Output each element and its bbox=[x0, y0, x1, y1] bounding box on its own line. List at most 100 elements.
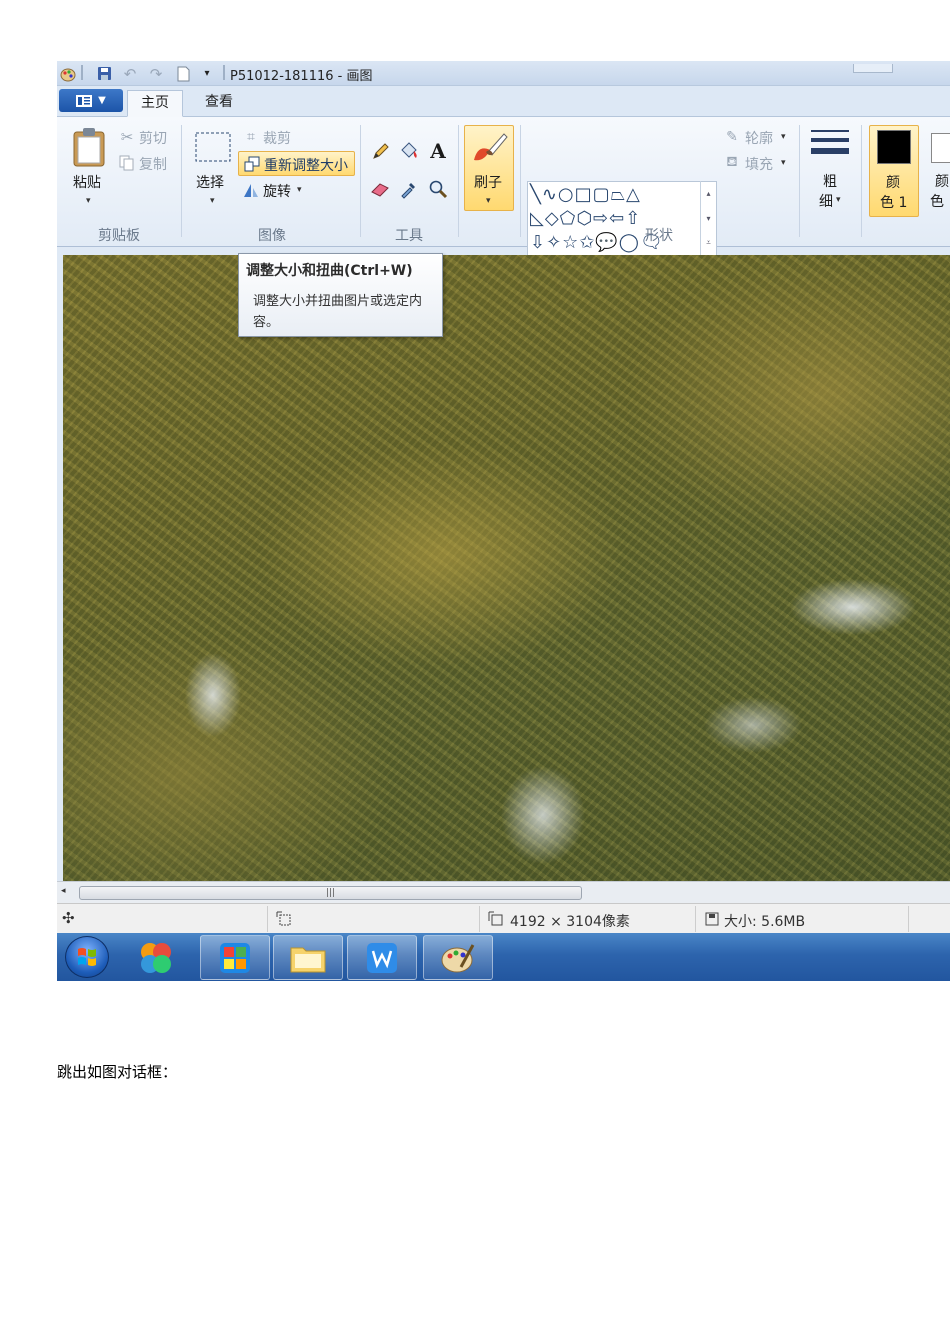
color1-label-line1: 颜 bbox=[886, 175, 900, 191]
resize-button[interactable]: 重新调整大小 bbox=[238, 151, 355, 176]
cursor-position-icon: ✣ bbox=[62, 909, 75, 927]
start-button[interactable] bbox=[65, 936, 109, 978]
color1-label-line2: 色 1 bbox=[880, 195, 908, 211]
resize-label: 重新调整大小 bbox=[264, 158, 348, 174]
size-label-line1: 粗 bbox=[823, 174, 837, 190]
shapes-gallery-scroll[interactable]: ▴ ▾ ⩡ bbox=[700, 181, 716, 257]
title-separator bbox=[223, 65, 225, 80]
redo-icon[interactable]: ↷ bbox=[147, 65, 165, 83]
selection-size-icon bbox=[275, 910, 293, 928]
window-title: P51012-181116 - 画图 bbox=[230, 69, 373, 84]
app-grid-icon bbox=[220, 942, 250, 973]
taskbar-app-sogou[interactable] bbox=[121, 935, 191, 980]
group-separator bbox=[520, 125, 521, 237]
resize-tooltip: 调整大小和扭曲(Ctrl+W) 调整大小并扭曲图片或选定内容。 bbox=[238, 253, 443, 337]
gallery-down-icon[interactable]: ▾ bbox=[701, 206, 716, 231]
clipboard-icon bbox=[71, 127, 107, 167]
gallery-up-icon[interactable]: ▴ bbox=[701, 181, 716, 206]
new-file-icon[interactable] bbox=[175, 65, 191, 82]
color-picker-icon[interactable] bbox=[397, 177, 421, 201]
paint-menu-button[interactable]: ▼ bbox=[59, 89, 123, 112]
shapes-row-1[interactable]: ╲∿○□▢⏢△ bbox=[530, 184, 641, 205]
customize-quick-access-icon[interactable]: ▾ bbox=[200, 65, 214, 82]
chevron-down-icon: ▼ bbox=[98, 95, 106, 106]
taskbar-app-store[interactable] bbox=[200, 935, 270, 980]
outline-dropdown-icon: ▾ bbox=[781, 132, 786, 142]
wps-w-icon bbox=[367, 942, 397, 973]
paste-label: 粘贴 bbox=[73, 175, 101, 191]
grip-icon: ||| bbox=[325, 888, 336, 898]
paint-window-screenshot: ↶ ↷ ▾ P51012-181116 - 画图 ▼ 主页 查看 粘贴 ▾ ✂ … bbox=[57, 61, 950, 981]
app-swirl-icon bbox=[141, 942, 171, 973]
fill-dropdown-icon: ▾ bbox=[781, 158, 786, 168]
status-separator bbox=[695, 906, 696, 932]
minimize-button[interactable] bbox=[853, 64, 893, 73]
pencil-icon[interactable] bbox=[369, 139, 393, 163]
color1-button[interactable]: 颜 色 1 bbox=[869, 125, 919, 217]
group-separator bbox=[458, 125, 459, 237]
horizontal-scrollbar[interactable]: ◂ ||| bbox=[57, 881, 950, 903]
gallery-expand-icon[interactable]: ⩡ bbox=[701, 231, 716, 255]
color1-swatch bbox=[877, 130, 911, 164]
taskbar-wps-writer[interactable] bbox=[347, 935, 417, 980]
size-label-line2: 细 bbox=[819, 194, 833, 210]
rotate-icon bbox=[242, 181, 260, 199]
rotate-dropdown-icon: ▾ bbox=[297, 185, 302, 195]
color2-label-line2: 色 bbox=[930, 194, 944, 210]
magnifier-icon[interactable] bbox=[426, 177, 450, 201]
crop-label: 裁剪 bbox=[263, 131, 291, 147]
shapes-row-2[interactable]: ◺◇⬠⬡⇨⇦⇧ bbox=[530, 208, 641, 229]
save-icon[interactable] bbox=[95, 65, 113, 82]
brushes-dropdown-icon: ▾ bbox=[486, 196, 491, 206]
copy-icon bbox=[118, 154, 136, 172]
status-separator bbox=[908, 906, 909, 932]
copy-label: 复制 bbox=[139, 157, 167, 173]
windows-logo-icon bbox=[78, 948, 96, 966]
taskbar-file-explorer[interactable] bbox=[273, 935, 343, 980]
color2-label-line1: 颜 bbox=[935, 174, 949, 190]
scrollbar-thumb[interactable]: ||| bbox=[79, 886, 582, 900]
image-size-icon bbox=[487, 910, 505, 928]
document-caption: 跳出如图对话框： bbox=[57, 1063, 178, 1081]
folder-icon bbox=[290, 947, 326, 972]
shapes-group-label: 形状 bbox=[645, 228, 673, 244]
taskbar bbox=[57, 933, 950, 981]
disk-icon bbox=[703, 910, 721, 928]
cut-label: 剪切 bbox=[139, 131, 167, 147]
size-dropdown-icon: ▾ bbox=[836, 195, 841, 205]
paint-app-icon[interactable] bbox=[59, 65, 77, 82]
outline-label: 轮廓 bbox=[745, 131, 773, 147]
tools-group-label: 工具 bbox=[395, 228, 423, 244]
group-separator bbox=[181, 125, 182, 237]
outline-icon: ✎ bbox=[726, 129, 738, 145]
paint-palette-icon bbox=[441, 943, 475, 972]
brushes-button[interactable]: 刷子 ▾ bbox=[464, 125, 514, 211]
clipboard-group-label: 剪贴板 bbox=[98, 228, 140, 244]
title-bar: ↶ ↷ ▾ P51012-181116 - 画图 bbox=[57, 61, 950, 86]
image-group-label: 图像 bbox=[258, 228, 286, 244]
drawing-canvas[interactable] bbox=[63, 255, 950, 881]
crop-icon: ⌗ bbox=[247, 129, 255, 145]
taskbar-paint[interactable] bbox=[423, 935, 493, 980]
fill-bucket-icon[interactable] bbox=[397, 139, 421, 163]
status-bar: ✣ 4192 × 3104像素 大小: 5.6MB bbox=[57, 903, 950, 933]
eraser-icon[interactable] bbox=[369, 177, 393, 201]
status-separator bbox=[479, 906, 480, 932]
fill-label: 填充 bbox=[745, 157, 773, 173]
shapes-gallery[interactable]: ╲∿○□▢⏢△ ◺◇⬠⬡⇨⇦⇧ ⇩✧☆✩💬◯🗨 bbox=[527, 181, 717, 257]
paste-dropdown-icon: ▾ bbox=[86, 196, 91, 206]
scroll-left-icon[interactable]: ◂ bbox=[61, 886, 66, 896]
tab-home[interactable]: 主页 bbox=[127, 90, 183, 117]
ribbon: 粘贴 ▾ ✂ 剪切 复制 剪贴板 选择 ▾ ⌗ 裁剪 重新调整大小 旋转 ▾ 图… bbox=[57, 117, 950, 257]
select-label: 选择 bbox=[196, 175, 224, 191]
status-separator bbox=[267, 906, 268, 932]
line-size-icon bbox=[809, 127, 851, 163]
tooltip-body: 调整大小并扭曲图片或选定内容。 bbox=[253, 294, 423, 330]
tab-view[interactable]: 查看 bbox=[191, 90, 247, 117]
file-size: 大小: 5.6MB bbox=[724, 914, 806, 930]
title-separator bbox=[81, 65, 83, 80]
undo-icon[interactable]: ↶ bbox=[121, 65, 139, 83]
text-tool-icon[interactable]: A bbox=[426, 139, 450, 163]
ribbon-tab-row: ▼ 主页 查看 bbox=[57, 86, 950, 117]
group-separator bbox=[360, 125, 361, 237]
